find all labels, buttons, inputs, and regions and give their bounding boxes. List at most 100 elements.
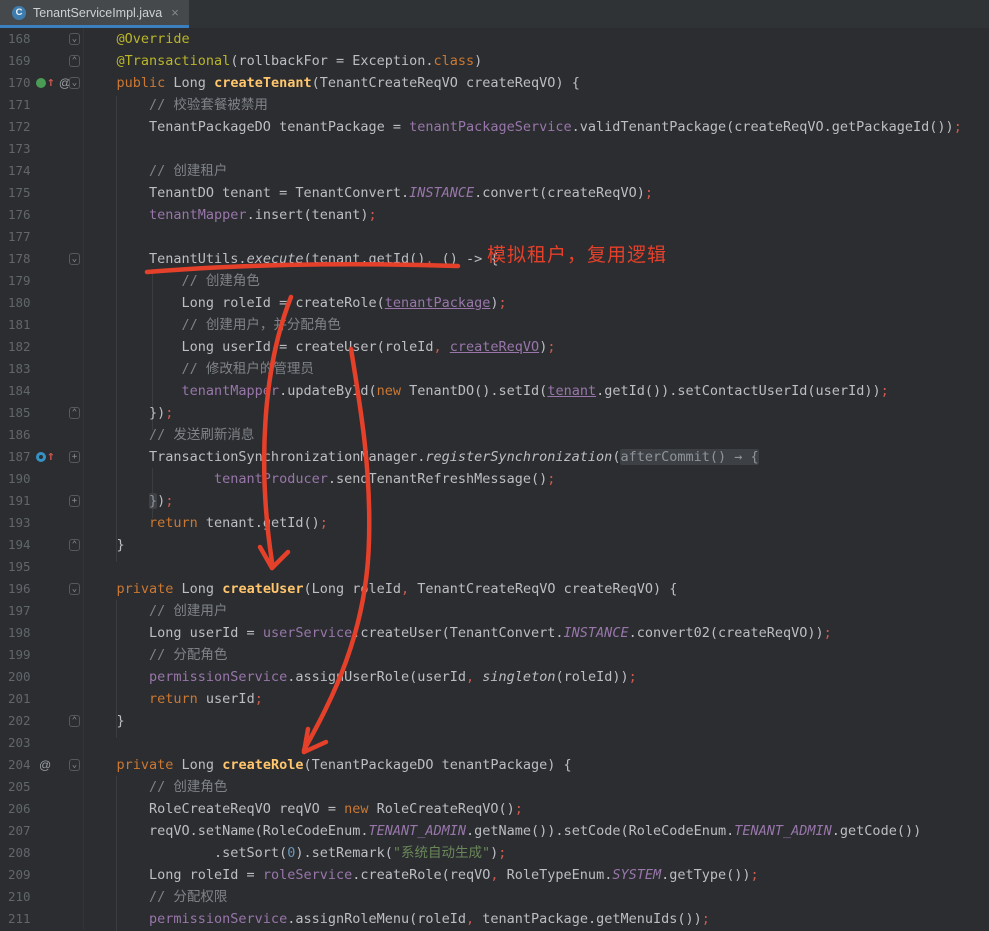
line-number[interactable]: 193 <box>8 512 31 534</box>
gutter[interactable]: 211 <box>0 908 84 930</box>
at-icon[interactable]: @ <box>39 754 51 776</box>
code-line-content[interactable]: private Long createRole(TenantPackageDO … <box>84 754 572 776</box>
code-line[interactable]: 211 permissionService.assignRoleMenu(rol… <box>0 908 989 930</box>
code-line[interactable]: 209 Long roleId = roleService.createRole… <box>0 864 989 886</box>
gutter[interactable]: 208 <box>0 842 84 864</box>
line-number[interactable]: 191 <box>8 490 31 512</box>
gutter[interactable]: 184 <box>0 380 84 402</box>
line-number[interactable]: 208 <box>8 842 31 864</box>
code-line-content[interactable]: Long roleId = roleService.createRole(req… <box>84 864 759 886</box>
code-line-content[interactable]: return userId; <box>84 688 263 710</box>
gutter[interactable]: 187↑+ <box>0 446 84 468</box>
code-line-content[interactable]: Long userId = createUser(roleId, createR… <box>84 336 555 358</box>
code-line[interactable]: 180 Long roleId = createRole(tenantPacka… <box>0 292 989 314</box>
gutter[interactable]: 169⌃ <box>0 50 84 72</box>
line-number[interactable]: 185 <box>8 402 31 424</box>
gutter[interactable]: 175 <box>0 182 84 204</box>
code-line[interactable]: 179 // 创建角色 <box>0 270 989 292</box>
gutter[interactable]: 198 <box>0 622 84 644</box>
line-number[interactable]: 210 <box>8 886 31 908</box>
line-number[interactable]: 169 <box>8 50 31 72</box>
code-line[interactable]: 191+ }); <box>0 490 989 512</box>
line-number[interactable]: 195 <box>8 556 31 578</box>
gutter[interactable]: 176 <box>0 204 84 226</box>
code-line-content[interactable]: // 发送刷新消息 <box>84 424 254 446</box>
gutter[interactable]: 209 <box>0 864 84 886</box>
line-number[interactable]: 203 <box>8 732 31 754</box>
code-line-content[interactable]: // 分配权限 <box>84 886 227 908</box>
code-line[interactable]: 205 // 创建角色 <box>0 776 989 798</box>
line-number[interactable]: 211 <box>8 908 31 930</box>
code-line[interactable]: 176 tenantMapper.insert(tenant); <box>0 204 989 226</box>
code-line-content[interactable]: tenantProducer.sendTenantRefreshMessage(… <box>84 468 555 490</box>
code-line[interactable]: 184 tenantMapper.updateById(new TenantDO… <box>0 380 989 402</box>
code-line[interactable]: 194⌃ } <box>0 534 989 556</box>
line-number[interactable]: 171 <box>8 94 31 116</box>
code-line[interactable]: 200 permissionService.assignUserRole(use… <box>0 666 989 688</box>
gutter[interactable]: 177 <box>0 226 84 248</box>
line-number[interactable]: 197 <box>8 600 31 622</box>
line-number[interactable]: 199 <box>8 644 31 666</box>
code-line[interactable]: 198 Long userId = userService.createUser… <box>0 622 989 644</box>
gutter[interactable]: 174 <box>0 160 84 182</box>
gutter[interactable]: 185 ⌃ <box>0 402 84 424</box>
code-line-content[interactable]: // 校验套餐被禁用 <box>84 94 268 116</box>
line-number[interactable]: 174 <box>8 160 31 182</box>
line-number[interactable]: 168 <box>8 28 31 50</box>
fold-marker-icon[interactable]: + <box>69 495 80 507</box>
code-line-content[interactable]: return tenant.getId(); <box>84 512 328 534</box>
fold-marker-icon[interactable]: ⌃ <box>69 407 80 419</box>
line-number[interactable]: 198 <box>8 622 31 644</box>
tab-tenantserviceimpl[interactable]: C TenantServiceImpl.java × <box>0 0 189 28</box>
gutter[interactable]: 183 <box>0 358 84 380</box>
gutter[interactable]: 191 + <box>0 490 84 512</box>
code-line-content[interactable]: TenantUtils.execute(tenant.getId(), () -… <box>84 248 499 270</box>
code-line-content[interactable]: @Override <box>84 28 190 50</box>
code-line[interactable]: 201 return userId; <box>0 688 989 710</box>
gutter[interactable]: 181 <box>0 314 84 336</box>
code-line[interactable]: 169⌃ @Transactional(rollbackFor = Except… <box>0 50 989 72</box>
line-number[interactable]: 209 <box>8 864 31 886</box>
code-line[interactable]: 175 TenantDO tenant = TenantConvert.INST… <box>0 182 989 204</box>
code-line-content[interactable]: tenantMapper.updateById(new TenantDO().s… <box>84 380 889 402</box>
code-line[interactable]: 168⌄ @Override <box>0 28 989 50</box>
line-number[interactable]: 183 <box>8 358 31 380</box>
code-line[interactable]: 185⌃ }); <box>0 402 989 424</box>
line-number[interactable]: 181 <box>8 314 31 336</box>
code-line-content[interactable]: // 创建用户 <box>84 600 227 622</box>
gutter[interactable]: 197 <box>0 600 84 622</box>
code-line-content[interactable]: // 创建用户，并分配角色 <box>84 314 341 336</box>
code-line-content[interactable]: } <box>84 534 125 556</box>
line-number[interactable]: 196 <box>8 578 31 600</box>
fold-marker-icon[interactable]: + <box>69 451 80 463</box>
gutter[interactable]: 180 <box>0 292 84 314</box>
code-line[interactable]: 206 RoleCreateReqVO reqVO = new RoleCrea… <box>0 798 989 820</box>
gutter[interactable]: 171 <box>0 94 84 116</box>
code-line-content[interactable]: // 创建租户 <box>84 160 227 182</box>
code-line[interactable]: 187↑+ TransactionSynchronizationManager.… <box>0 446 989 468</box>
code-line[interactable]: 196⌄ private Long createUser(Long roleId… <box>0 578 989 600</box>
close-icon[interactable]: × <box>171 5 179 20</box>
gutter[interactable]: 195 <box>0 556 84 578</box>
code-line[interactable]: 207 reqVO.setName(RoleCodeEnum.TENANT_AD… <box>0 820 989 842</box>
code-line[interactable]: 174 // 创建租户 <box>0 160 989 182</box>
fold-marker-icon[interactable]: ⌄ <box>69 759 80 771</box>
green-circle-icon[interactable] <box>36 78 46 88</box>
code-line-content[interactable]: .setSort(0).setRemark("系统自动生成"); <box>84 842 506 864</box>
line-number[interactable]: 186 <box>8 424 31 446</box>
line-number[interactable]: 175 <box>8 182 31 204</box>
code-line-content[interactable]: TransactionSynchronizationManager.regist… <box>84 446 759 468</box>
code-line-content[interactable]: public Long createTenant(TenantCreateReq… <box>84 72 580 94</box>
gutter[interactable]: 190 <box>0 468 84 490</box>
code-line-content[interactable]: // 创建角色 <box>84 270 260 292</box>
code-line-content[interactable]: reqVO.setName(RoleCodeEnum.TENANT_ADMIN.… <box>84 820 921 842</box>
code-line[interactable]: 171 // 校验套餐被禁用 <box>0 94 989 116</box>
line-number[interactable]: 202 <box>8 710 31 732</box>
code-line-content[interactable]: TenantPackageDO tenantPackage = tenantPa… <box>84 116 962 138</box>
gutter[interactable]: 168⌄ <box>0 28 84 50</box>
fold-marker-icon[interactable]: ⌄ <box>69 583 80 595</box>
code-line-content[interactable]: } <box>84 710 125 732</box>
line-number[interactable]: 182 <box>8 336 31 358</box>
line-number[interactable]: 207 <box>8 820 31 842</box>
code-line-content[interactable]: // 分配角色 <box>84 644 227 666</box>
